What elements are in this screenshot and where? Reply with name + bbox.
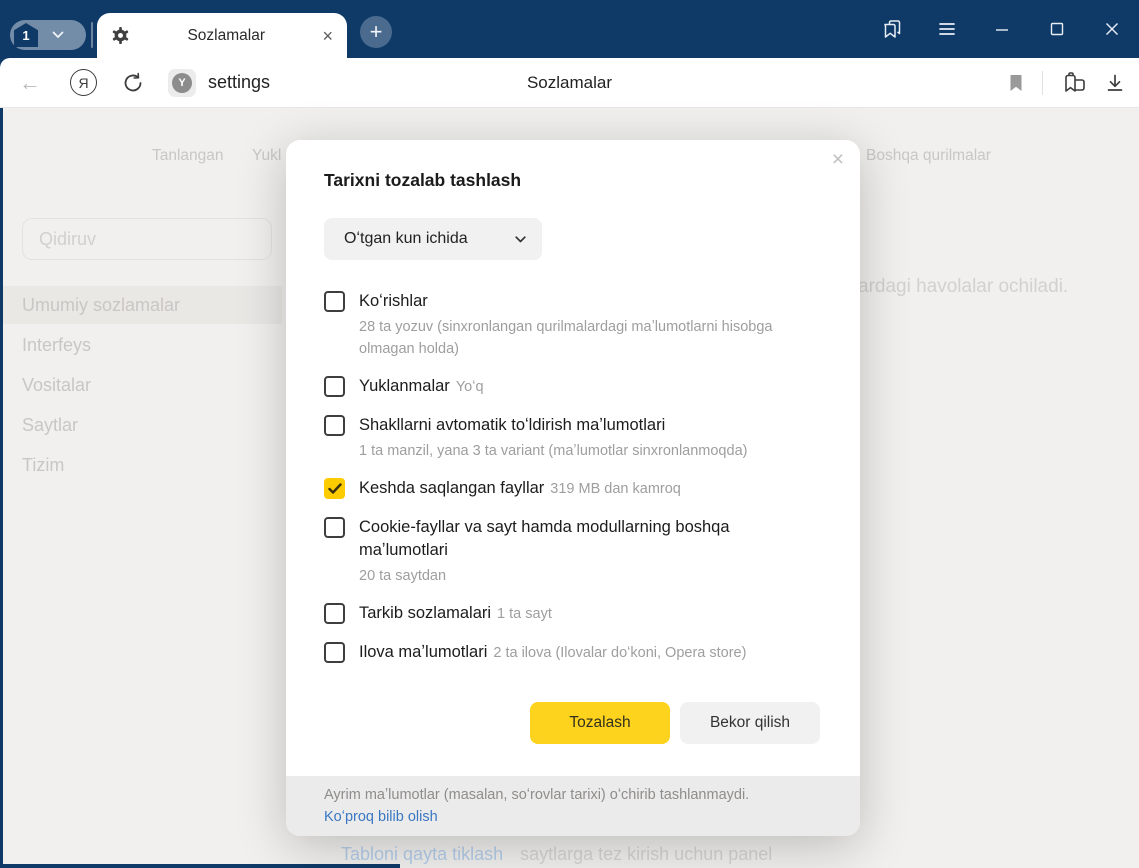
back-button[interactable]: ← (12, 70, 48, 96)
settings-search-placeholder: Qidiruv (39, 228, 97, 249)
clear-item-detail: 1 ta sayt (497, 606, 552, 622)
clear-item-detail: 319 MB dan kamroq (550, 481, 681, 497)
top-nav-yuklanmalar[interactable]: Yukl (252, 147, 281, 165)
url-text[interactable]: settings (208, 72, 270, 93)
address-toolbar: ← Я Y settings Sozlamalar (0, 58, 1139, 108)
clear-item-detail: 28 ta yozuv (sinxronlangan qurilmalardag… (359, 319, 773, 357)
sidebar-item-vositalar[interactable]: Vositalar (0, 366, 282, 404)
clear-item-label: Tarkib sozlamalari (359, 604, 492, 622)
maximize-icon (1050, 22, 1063, 36)
toolbar-divider (1042, 71, 1043, 95)
checkbox-unchecked[interactable] (324, 376, 345, 397)
sidebar-item-umumiy-sozlamalar[interactable]: Umumiy sozlamalar (0, 286, 282, 324)
clear-item-label: Keshda saqlangan fayllar (359, 479, 545, 497)
checkbox-unchecked[interactable] (324, 291, 345, 312)
window-left-edge (0, 108, 3, 868)
clear-item-row[interactable]: Koʻrishlar 28 ta yozuv (sinxronlangan qur… (324, 290, 822, 360)
settings-search-input[interactable]: Qidiruv (22, 218, 272, 260)
browser-menu-button[interactable] (919, 0, 974, 58)
new-tab-button[interactable]: + (360, 16, 392, 48)
top-nav-boshqa-qurilmalar[interactable]: Boshqa qurilmalar (866, 147, 991, 165)
cancel-button[interactable]: Bekor qilish (680, 702, 820, 744)
plus-icon: + (369, 19, 383, 44)
tablo-reset-link[interactable]: Tabloni qayta tiklash (341, 844, 503, 864)
tab-counter-button[interactable]: 1 (10, 20, 86, 50)
clear-item-row[interactable]: Shakllarni avtomatik toʻldirish maʼlumot… (324, 414, 822, 462)
period-select[interactable]: Oʻtgan kun ichida (324, 218, 542, 260)
tab-title: Sozlamalar (187, 26, 265, 44)
dialog-footer: Ayrim maʼlumotlar (masalan, soʻrovlar ta… (286, 776, 860, 836)
clear-item-detail: 20 ta saytdan (359, 568, 447, 584)
downloads-icon[interactable] (1105, 73, 1125, 93)
clear-item-label: Yuklanmalar (359, 377, 450, 395)
clear-item-detail: 1 ta manzil, yana 3 ta variant (maʼlumot… (359, 443, 748, 459)
close-window-button[interactable] (1084, 0, 1139, 58)
clear-item-label: Ilova maʼlumotlari (359, 643, 488, 661)
clear-item-label: Cookie-fayllar va sayt hamda modullarnin… (359, 518, 730, 559)
checkbox-checked-icon[interactable] (324, 478, 345, 499)
sidebar-item-saytlar[interactable]: Saytlar (0, 406, 282, 444)
clear-item-label: Shakllarni avtomatik toʻldirish maʼlumot… (359, 416, 666, 434)
menu-icon (938, 23, 955, 35)
bookmarks-panel-button[interactable] (864, 0, 919, 58)
browser-window: 1 Sozlamalar × + ← Я Y settings Sozlamal… (0, 0, 1139, 868)
window-bottom-edge (0, 864, 400, 868)
clear-item-row[interactable]: Cookie-fayllar va sayt hamda modullarnin… (324, 516, 822, 587)
tab-close-icon[interactable]: × (322, 27, 333, 45)
yandex-letter: Я (78, 74, 89, 91)
chevron-down-icon (52, 31, 64, 39)
clear-item-row[interactable]: Yuklanmalar Yoʻq (324, 375, 822, 399)
clear-item-row[interactable]: Ilova maʼlumotlari 2 ta ilova (Ilovalar d… (324, 641, 822, 665)
sidebar-item-interfeys[interactable]: Interfeys (0, 326, 282, 364)
dialog-close-icon[interactable]: × (832, 148, 844, 172)
site-badge[interactable]: Y (168, 68, 196, 97)
background-bottom-row: Tabloni qayta tiklash saytlarga tez kiri… (341, 844, 772, 865)
checkbox-unchecked[interactable] (324, 603, 345, 624)
top-nav-tanlangan[interactable]: Tanlangan (152, 147, 224, 165)
checkbox-unchecked[interactable] (324, 517, 345, 538)
tablo-reset-description: saytlarga tez kirish uchun panel (520, 844, 773, 864)
toolbar-right (1008, 58, 1125, 108)
sidebar-item-tizim[interactable]: Tizim (0, 446, 282, 484)
minimize-button[interactable] (974, 0, 1029, 58)
tab-count: 1 (22, 27, 30, 43)
checkbox-unchecked[interactable] (324, 642, 345, 663)
clear-items-list: Koʻrishlar 28 ta yozuv (sinxronlangan qur… (324, 290, 822, 665)
clear-item-row[interactable]: Tarkib sozlamalari 1 ta sayt (324, 602, 822, 626)
clear-item-row[interactable]: Keshda saqlangan fayllar 319 MB dan kamro… (324, 477, 822, 501)
yandex-logo-icon[interactable]: Я (70, 69, 97, 96)
gear-icon (112, 26, 129, 45)
tab-bar: 1 Sozlamalar × + (0, 0, 1139, 58)
learn-more-link[interactable]: Koʻproq bilib olish (324, 807, 438, 828)
maximize-button[interactable] (1029, 0, 1084, 58)
dialog-title: Tarixni tozalab tashlash (324, 170, 522, 190)
clear-button[interactable]: Tozalash (530, 702, 670, 744)
tab-sozlamalar[interactable]: Sozlamalar × (97, 13, 347, 58)
clear-item-detail: 2 ta ilova (Ilovalar doʻkoni, Opera stor… (493, 645, 747, 661)
reload-button[interactable] (122, 72, 144, 94)
clear-history-dialog: × Tarixni tozalab tashlash Oʻtgan kun ic… (286, 140, 860, 836)
reload-icon (124, 72, 142, 91)
background-text: ardagi havolalar ochiladi. (858, 276, 1069, 297)
tab-separator (91, 22, 93, 48)
close-icon (1105, 23, 1118, 35)
footer-note: Ayrim maʼlumotlar (masalan, soʻrovlar ta… (324, 787, 750, 803)
bookmarks-icon (883, 20, 900, 38)
period-select-value: Oʻtgan kun ichida (344, 230, 468, 247)
collections-icon[interactable] (1061, 71, 1087, 95)
dialog-buttons: Tozalash Bekor qilish (530, 702, 820, 744)
clear-item-label: Koʻrishlar (359, 292, 428, 310)
tab-count-badge: 1 (14, 23, 38, 47)
clear-item-detail: Yoʻq (455, 379, 484, 395)
chevron-down-icon (515, 235, 526, 242)
favicon-letter: Y (178, 76, 186, 89)
checkbox-unchecked[interactable] (324, 415, 345, 436)
site-favicon: Y (172, 72, 192, 93)
minimize-icon (995, 29, 1008, 31)
bookmark-icon[interactable] (1008, 74, 1024, 92)
back-arrow-icon: ← (19, 69, 41, 95)
